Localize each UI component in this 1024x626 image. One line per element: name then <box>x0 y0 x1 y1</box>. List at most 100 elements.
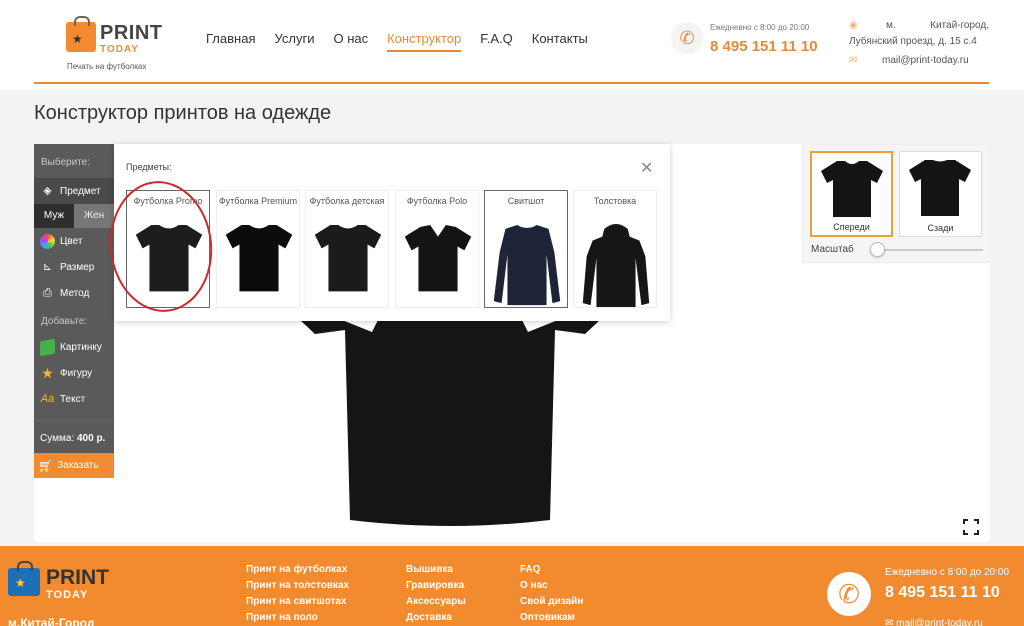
sidebar-item-shape-label: Фигуру <box>60 367 93 379</box>
footer-link[interactable]: Гравировка <box>406 578 466 594</box>
order-sum-value: 400 р. <box>76 433 106 444</box>
ruler-icon: ⊾ <box>42 260 53 273</box>
sidebar-item-color[interactable]: Цвет <box>34 228 114 254</box>
footer-email[interactable]: ✉ mail@print-today.ru <box>885 618 983 626</box>
order-sum-label: Сумма: <box>40 433 75 444</box>
address-line1: м. Китай-город, <box>886 20 989 31</box>
footer-logo-print: PRINT <box>46 566 109 589</box>
sidebar-item-method[interactable]: ⎙ Метод <box>34 280 114 306</box>
nav-item-home[interactable]: Главная <box>206 31 255 52</box>
product-name: Футболка Premium <box>218 196 298 206</box>
nav-item-faq[interactable]: F.A.Q <box>480 31 513 52</box>
footer-link[interactable]: Принт на свитшотах <box>246 594 349 610</box>
scale-slider-track[interactable] <box>871 249 983 251</box>
location-pin-icon: ◉ <box>849 20 858 31</box>
sidebar-item-text[interactable]: Aa Текст <box>34 386 114 412</box>
page-title: Конструктор принтов на одежде <box>34 102 332 124</box>
phone-icon: ✆ <box>827 572 871 616</box>
printer-icon: ⎙ <box>43 286 52 299</box>
footer-link[interactable]: Вышивка <box>406 562 466 578</box>
footer-metro: м.Китай-Город <box>8 616 95 626</box>
sidebar-add-heading: Добавьте: <box>41 316 88 327</box>
picture-icon <box>40 338 55 356</box>
product-name: Футболка детская <box>309 196 385 206</box>
tshirt-front-icon <box>821 161 883 217</box>
close-icon[interactable]: ✕ <box>640 158 653 178</box>
sweatshirt-icon <box>493 224 561 306</box>
nav-item-about[interactable]: О нас <box>333 31 368 52</box>
footer-link[interactable]: FAQ <box>520 562 583 578</box>
sidebar-item-shape[interactable]: ★ Фигуру <box>34 360 114 386</box>
popup-title: Предметы: <box>126 162 172 172</box>
sidebar-item-subject-label: Предмет <box>60 185 101 197</box>
fullscreen-icon[interactable] <box>963 519 979 535</box>
logo-tagline: Печать на футболках <box>67 62 147 71</box>
footer-email-text: mail@print-today.ru <box>896 618 983 626</box>
footer-link[interactable]: Доставка <box>406 610 466 626</box>
scale-label: Масштаб <box>811 244 854 255</box>
gender-male-button[interactable]: Муж <box>34 204 74 228</box>
footer-link[interactable]: Оптовикам <box>520 610 583 626</box>
tshirt-back-icon <box>909 160 971 216</box>
view-front-label: Спереди <box>833 222 870 232</box>
footer-logo[interactable]: ★ PRINT TODAY <box>8 561 118 602</box>
sidebar-item-method-label: Метод <box>60 287 90 299</box>
gender-female-button[interactable]: Жен <box>74 204 114 228</box>
phone-icon: ✆ <box>671 22 703 54</box>
constructor-sidebar: Выберите: ◈ Предмет Муж Жен Цвет ⊾ Разме… <box>34 144 114 478</box>
footer-col-services: Принт на футболках Принт на толстовках П… <box>246 562 349 626</box>
tshirt-icon <box>225 224 293 292</box>
footer-phone[interactable]: 8 495 151 11 10 <box>885 584 1000 602</box>
footer-link[interactable]: Свой дизайн <box>520 594 583 610</box>
product-futbolka-premium[interactable]: Футболка Premium <box>216 190 300 308</box>
view-back-label: Сзади <box>927 223 954 233</box>
site-header: ★ PRINT TODAY Печать на футболках Главна… <box>0 0 1024 90</box>
order-sum: Сумма: 400 р. <box>34 420 114 455</box>
nav-item-constructor[interactable]: Конструктор <box>387 31 462 52</box>
main-tshirt-preview[interactable] <box>300 320 600 530</box>
order-button[interactable]: 🛒︎ Заказать <box>34 453 114 478</box>
footer-link[interactable]: Принт на футболках <box>246 562 349 578</box>
product-sweatshirt[interactable]: Свитшот <box>484 190 568 308</box>
mail-icon: ✉ <box>885 618 897 626</box>
header-divider <box>34 82 989 84</box>
mail-icon: ✉ <box>849 55 858 66</box>
product-name: Толстовка <box>593 196 637 206</box>
sidebar-item-size[interactable]: ⊾ Размер <box>34 254 114 280</box>
sidebar-choose-heading: Выберите: <box>41 157 90 168</box>
footer-link[interactable]: Аксессуары <box>406 594 466 610</box>
nav-item-contacts[interactable]: Контакты <box>532 31 588 52</box>
footer-link[interactable]: Принт на поло <box>246 610 349 626</box>
site-footer: ★ PRINT TODAY м.Китай-Город Принт на фут… <box>0 546 1024 626</box>
bag-logo-icon: ★ <box>66 16 96 52</box>
sidebar-item-picture[interactable]: Картинку <box>34 334 114 360</box>
footer-col-info: FAQ О нас Свой дизайн Оптовикам <box>520 562 583 626</box>
tshirt-icon <box>314 224 382 292</box>
view-panel: Спереди Сзади Масштаб <box>802 144 990 263</box>
footer-link[interactable]: Принт на толстовках <box>246 578 349 594</box>
sidebar-item-subject[interactable]: ◈ Предмет <box>34 178 114 204</box>
sidebar-item-picture-label: Картинку <box>60 341 102 353</box>
footer-col-extras: Вышивка Гравировка Аксессуары Доставка <box>406 562 466 626</box>
cart-icon: 🛒︎ <box>38 458 54 473</box>
header-phone[interactable]: 8 495 151 11 10 <box>710 38 818 55</box>
nav-item-services[interactable]: Услуги <box>274 31 314 52</box>
product-hoodie[interactable]: Толстовка <box>573 190 657 308</box>
hoodie-icon <box>582 223 650 308</box>
product-name: Свитшот <box>507 196 545 206</box>
site-logo[interactable]: ★ PRINT TODAY Печать на футболках <box>66 16 176 72</box>
view-back-button[interactable]: Сзади <box>899 151 982 237</box>
logo-text-print: PRINT <box>100 22 163 44</box>
header-email[interactable]: mail@print-today.ru <box>882 55 969 66</box>
sidebar-item-text-label: Текст <box>60 393 86 405</box>
main-nav: Главная Услуги О нас Конструктор F.A.Q К… <box>206 31 607 52</box>
product-futbolka-kids[interactable]: Футболка детская <box>305 190 389 308</box>
view-front-button[interactable]: Спереди <box>810 151 893 237</box>
gender-toggle: Муж Жен <box>34 204 114 228</box>
footer-link[interactable]: О нас <box>520 578 583 594</box>
product-futbolka-polo[interactable]: Футболка Polo <box>395 190 479 308</box>
star-icon: ★ <box>41 364 54 381</box>
polo-shirt-icon <box>404 224 472 292</box>
scale-slider-thumb[interactable] <box>869 242 885 257</box>
text-icon: Aa <box>40 392 55 405</box>
